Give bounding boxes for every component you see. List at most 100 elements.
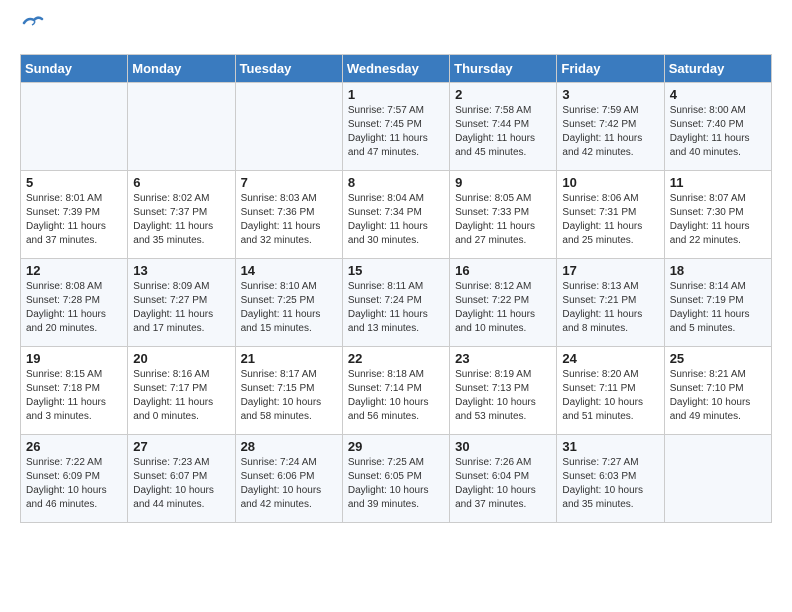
day-number: 26 [26, 439, 122, 454]
calendar-cell: 10 Sunrise: 8:06 AMSunset: 7:31 PMDaylig… [557, 171, 664, 259]
day-info: Sunrise: 8:04 AMSunset: 7:34 PMDaylight:… [348, 192, 444, 248]
day-number: 5 [26, 175, 122, 190]
calendar-week-row: 26 Sunrise: 7:22 AMSunset: 6:09 PMDaylig… [21, 435, 772, 523]
calendar-cell [128, 83, 235, 171]
calendar-cell: 17 Sunrise: 8:13 AMSunset: 7:21 PMDaylig… [557, 259, 664, 347]
day-number: 6 [133, 175, 229, 190]
day-number: 3 [562, 87, 658, 102]
day-number: 25 [670, 351, 766, 366]
day-number: 11 [670, 175, 766, 190]
day-info: Sunrise: 8:15 AMSunset: 7:18 PMDaylight:… [26, 368, 122, 424]
day-number: 29 [348, 439, 444, 454]
calendar-week-row: 5 Sunrise: 8:01 AMSunset: 7:39 PMDayligh… [21, 171, 772, 259]
day-info: Sunrise: 8:10 AMSunset: 7:25 PMDaylight:… [241, 280, 337, 336]
day-number: 31 [562, 439, 658, 454]
calendar-cell: 19 Sunrise: 8:15 AMSunset: 7:18 PMDaylig… [21, 347, 128, 435]
days-header-row: SundayMondayTuesdayWednesdayThursdayFrid… [21, 55, 772, 83]
day-number: 21 [241, 351, 337, 366]
calendar-week-row: 1 Sunrise: 7:57 AMSunset: 7:45 PMDayligh… [21, 83, 772, 171]
calendar-cell: 24 Sunrise: 8:20 AMSunset: 7:11 PMDaylig… [557, 347, 664, 435]
day-number: 22 [348, 351, 444, 366]
logo [20, 20, 44, 44]
calendar-cell: 26 Sunrise: 7:22 AMSunset: 6:09 PMDaylig… [21, 435, 128, 523]
calendar-cell: 28 Sunrise: 7:24 AMSunset: 6:06 PMDaylig… [235, 435, 342, 523]
day-info: Sunrise: 8:13 AMSunset: 7:21 PMDaylight:… [562, 280, 658, 336]
day-number: 8 [348, 175, 444, 190]
day-number: 2 [455, 87, 551, 102]
calendar-week-row: 19 Sunrise: 8:15 AMSunset: 7:18 PMDaylig… [21, 347, 772, 435]
day-info: Sunrise: 8:08 AMSunset: 7:28 PMDaylight:… [26, 280, 122, 336]
day-number: 19 [26, 351, 122, 366]
day-info: Sunrise: 8:17 AMSunset: 7:15 PMDaylight:… [241, 368, 337, 424]
day-number: 9 [455, 175, 551, 190]
day-number: 14 [241, 263, 337, 278]
day-info: Sunrise: 8:18 AMSunset: 7:14 PMDaylight:… [348, 368, 444, 424]
day-info: Sunrise: 7:59 AMSunset: 7:42 PMDaylight:… [562, 104, 658, 160]
calendar-cell: 13 Sunrise: 8:09 AMSunset: 7:27 PMDaylig… [128, 259, 235, 347]
day-number: 23 [455, 351, 551, 366]
day-info: Sunrise: 8:03 AMSunset: 7:36 PMDaylight:… [241, 192, 337, 248]
calendar-cell: 12 Sunrise: 8:08 AMSunset: 7:28 PMDaylig… [21, 259, 128, 347]
day-number: 24 [562, 351, 658, 366]
calendar-cell: 25 Sunrise: 8:21 AMSunset: 7:10 PMDaylig… [664, 347, 771, 435]
day-info: Sunrise: 8:14 AMSunset: 7:19 PMDaylight:… [670, 280, 766, 336]
calendar-cell: 2 Sunrise: 7:58 AMSunset: 7:44 PMDayligh… [450, 83, 557, 171]
calendar-week-row: 12 Sunrise: 8:08 AMSunset: 7:28 PMDaylig… [21, 259, 772, 347]
day-info: Sunrise: 7:27 AMSunset: 6:03 PMDaylight:… [562, 456, 658, 512]
day-header-monday: Monday [128, 55, 235, 83]
day-header-friday: Friday [557, 55, 664, 83]
day-info: Sunrise: 8:07 AMSunset: 7:30 PMDaylight:… [670, 192, 766, 248]
calendar-cell: 9 Sunrise: 8:05 AMSunset: 7:33 PMDayligh… [450, 171, 557, 259]
calendar-cell: 4 Sunrise: 8:00 AMSunset: 7:40 PMDayligh… [664, 83, 771, 171]
calendar-cell: 11 Sunrise: 8:07 AMSunset: 7:30 PMDaylig… [664, 171, 771, 259]
day-info: Sunrise: 7:24 AMSunset: 6:06 PMDaylight:… [241, 456, 337, 512]
day-info: Sunrise: 7:23 AMSunset: 6:07 PMDaylight:… [133, 456, 229, 512]
day-number: 30 [455, 439, 551, 454]
day-number: 28 [241, 439, 337, 454]
day-number: 10 [562, 175, 658, 190]
day-info: Sunrise: 8:19 AMSunset: 7:13 PMDaylight:… [455, 368, 551, 424]
day-header-tuesday: Tuesday [235, 55, 342, 83]
calendar-cell: 23 Sunrise: 8:19 AMSunset: 7:13 PMDaylig… [450, 347, 557, 435]
calendar-cell: 18 Sunrise: 8:14 AMSunset: 7:19 PMDaylig… [664, 259, 771, 347]
calendar-cell: 15 Sunrise: 8:11 AMSunset: 7:24 PMDaylig… [342, 259, 449, 347]
day-info: Sunrise: 7:58 AMSunset: 7:44 PMDaylight:… [455, 104, 551, 160]
day-info: Sunrise: 7:57 AMSunset: 7:45 PMDaylight:… [348, 104, 444, 160]
day-info: Sunrise: 7:25 AMSunset: 6:05 PMDaylight:… [348, 456, 444, 512]
calendar-cell [664, 435, 771, 523]
day-info: Sunrise: 8:06 AMSunset: 7:31 PMDaylight:… [562, 192, 658, 248]
day-info: Sunrise: 8:00 AMSunset: 7:40 PMDaylight:… [670, 104, 766, 160]
calendar-cell: 7 Sunrise: 8:03 AMSunset: 7:36 PMDayligh… [235, 171, 342, 259]
day-header-saturday: Saturday [664, 55, 771, 83]
day-number: 20 [133, 351, 229, 366]
day-info: Sunrise: 8:12 AMSunset: 7:22 PMDaylight:… [455, 280, 551, 336]
calendar-cell [21, 83, 128, 171]
day-number: 27 [133, 439, 229, 454]
day-header-thursday: Thursday [450, 55, 557, 83]
day-info: Sunrise: 7:26 AMSunset: 6:04 PMDaylight:… [455, 456, 551, 512]
day-header-sunday: Sunday [21, 55, 128, 83]
day-number: 1 [348, 87, 444, 102]
calendar-cell: 30 Sunrise: 7:26 AMSunset: 6:04 PMDaylig… [450, 435, 557, 523]
calendar-cell: 27 Sunrise: 7:23 AMSunset: 6:07 PMDaylig… [128, 435, 235, 523]
page-header [20, 20, 772, 44]
calendar-cell: 1 Sunrise: 7:57 AMSunset: 7:45 PMDayligh… [342, 83, 449, 171]
day-number: 13 [133, 263, 229, 278]
day-number: 15 [348, 263, 444, 278]
day-number: 7 [241, 175, 337, 190]
calendar-cell: 14 Sunrise: 8:10 AMSunset: 7:25 PMDaylig… [235, 259, 342, 347]
day-number: 18 [670, 263, 766, 278]
day-info: Sunrise: 8:20 AMSunset: 7:11 PMDaylight:… [562, 368, 658, 424]
day-info: Sunrise: 8:02 AMSunset: 7:37 PMDaylight:… [133, 192, 229, 248]
calendar-cell: 21 Sunrise: 8:17 AMSunset: 7:15 PMDaylig… [235, 347, 342, 435]
day-number: 16 [455, 263, 551, 278]
day-number: 17 [562, 263, 658, 278]
day-info: Sunrise: 8:21 AMSunset: 7:10 PMDaylight:… [670, 368, 766, 424]
calendar-cell: 8 Sunrise: 8:04 AMSunset: 7:34 PMDayligh… [342, 171, 449, 259]
calendar-cell [235, 83, 342, 171]
day-info: Sunrise: 8:05 AMSunset: 7:33 PMDaylight:… [455, 192, 551, 248]
calendar-cell: 29 Sunrise: 7:25 AMSunset: 6:05 PMDaylig… [342, 435, 449, 523]
day-info: Sunrise: 8:11 AMSunset: 7:24 PMDaylight:… [348, 280, 444, 336]
calendar-cell: 6 Sunrise: 8:02 AMSunset: 7:37 PMDayligh… [128, 171, 235, 259]
calendar-cell: 3 Sunrise: 7:59 AMSunset: 7:42 PMDayligh… [557, 83, 664, 171]
